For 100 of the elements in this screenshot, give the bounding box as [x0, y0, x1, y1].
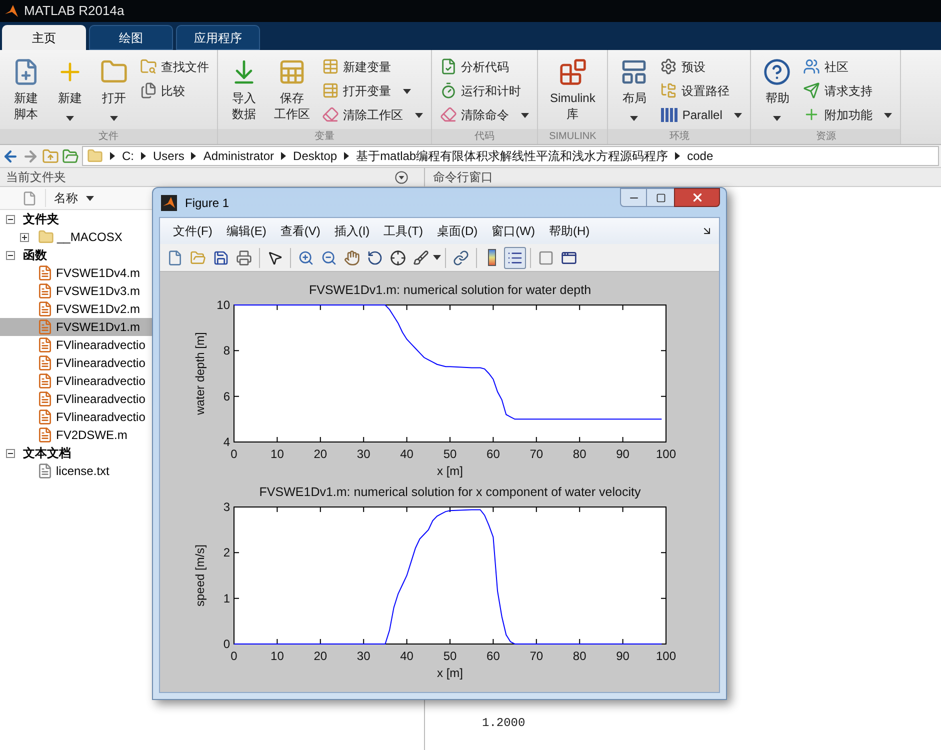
function-file-icon: [37, 427, 53, 443]
toolstrip-button[interactable]: 比较: [140, 80, 209, 101]
section-label: 环境: [608, 129, 750, 144]
file-row[interactable]: FVSWE1Dv1.m: [0, 318, 152, 336]
axis-label: speed [m/s]: [193, 544, 207, 607]
function-file-icon: [37, 409, 53, 425]
tick-label: 40: [400, 649, 414, 663]
ribbon-tab[interactable]: 主页: [2, 25, 86, 50]
legend-button[interactable]: [504, 246, 526, 268]
timer-icon: [440, 82, 457, 99]
toolstrip-button[interactable]: 运行和计时: [440, 80, 529, 101]
file-row[interactable]: FVSWE1Dv2.m: [0, 300, 152, 318]
sort-arrow-icon: [86, 196, 94, 200]
menu-item[interactable]: 窗口(W): [484, 222, 542, 240]
app-logo-icon: [4, 3, 20, 19]
files-icon: [140, 82, 157, 99]
toolstrip-button[interactable]: 新建变量: [322, 56, 423, 77]
menu-item[interactable]: 帮助(H): [542, 222, 597, 240]
toolstrip-button[interactable]: 布局: [616, 54, 652, 126]
collapse-icon[interactable]: [6, 250, 15, 260]
toolstrip-button[interactable]: 附加功能: [803, 104, 892, 125]
chevron-icon: [110, 152, 115, 160]
toolstrip-button[interactable]: 查找文件: [140, 56, 209, 77]
menu-item[interactable]: 工具(T): [376, 222, 430, 240]
file-row[interactable]: FVSWE1Dv4.m: [0, 264, 152, 282]
file-row[interactable]: FVlinearadvectio: [0, 390, 152, 408]
table-icon: [322, 58, 339, 75]
maximize-button[interactable]: [647, 188, 674, 207]
toolstrip-button[interactable]: 分析代码: [440, 56, 529, 77]
menu-item[interactable]: 查看(V): [273, 222, 328, 240]
tick-label: 80: [572, 447, 586, 461]
tick-label: 20: [314, 447, 328, 461]
path-field[interactable]: C: Users Administrator Desktop 基于matlab编程有限体积求解线性平流和浅水方程源码程序 code: [82, 146, 939, 166]
toolstrip-button[interactable]: 新建: [52, 54, 88, 126]
tick-label: 6: [223, 389, 230, 404]
window-title: MATLAB R2014a: [24, 2, 124, 20]
function-file-icon: [37, 283, 53, 299]
dock-arrow-icon[interactable]: [701, 225, 713, 237]
path-segment[interactable]: 基于matlab编程有限体积求解线性平流和浅水方程源码程序: [356, 147, 668, 165]
file-row[interactable]: FVlinearadvectio: [0, 336, 152, 354]
menu-item[interactable]: 文件(F): [166, 222, 220, 240]
toolstrip-button[interactable]: 保存 工作区: [270, 54, 314, 122]
path-segment[interactable]: code: [687, 147, 714, 165]
toolstrip-button[interactable]: 打开变量: [322, 80, 423, 101]
path-segment[interactable]: Administrator: [203, 147, 274, 165]
table-icon: [322, 82, 339, 99]
toolstrip-button[interactable]: 新建 脚本: [8, 54, 44, 122]
ribbon-tab[interactable]: 应用程序: [176, 25, 260, 50]
path-segment[interactable]: C:: [122, 147, 134, 165]
tick-label: 50: [443, 649, 457, 663]
section-label: SIMULINK: [538, 129, 608, 144]
dropdown-circle-icon[interactable]: [395, 170, 408, 184]
file-row[interactable]: __MACOSX: [0, 228, 152, 246]
toolstrip-button[interactable]: Parallel: [660, 104, 742, 125]
file-row[interactable]: FVlinearadvectio: [0, 354, 152, 372]
toolstrip-button[interactable]: 打开: [96, 54, 132, 126]
toolstrip-button[interactable]: 清除命令: [440, 104, 529, 125]
toolstrip-button[interactable]: 预设: [660, 56, 742, 77]
file-row[interactable]: FVlinearadvectio: [0, 372, 152, 390]
close-button[interactable]: [674, 188, 720, 207]
path-segment[interactable]: Desktop: [293, 147, 338, 165]
collapse-icon[interactable]: [6, 214, 15, 224]
ribbon-tab[interactable]: 绘图: [89, 25, 173, 50]
file-row[interactable]: FVSWE1Dv3.m: [0, 282, 152, 300]
back-icon[interactable]: [2, 148, 19, 164]
chevron-icon: [281, 152, 286, 160]
group-label: 文件夹: [23, 211, 59, 228]
toolstrip-button[interactable]: 社区: [803, 56, 892, 77]
toolstrip-button[interactable]: 清除工作区: [322, 104, 423, 125]
close-icon: [690, 191, 704, 204]
column-header[interactable]: 名称: [0, 187, 152, 209]
toolstrip-button[interactable]: 帮助: [759, 54, 796, 126]
toolstrip-button[interactable]: 请求支持: [803, 80, 892, 101]
menu-item[interactable]: 桌面(D): [430, 222, 485, 240]
file-row[interactable]: license.txt: [0, 462, 152, 480]
file-row[interactable]: FVlinearadvectio: [0, 408, 152, 426]
path-segment[interactable]: Users: [153, 147, 184, 165]
menu-item[interactable]: 插入(I): [327, 222, 377, 240]
file-row[interactable]: FV2DSWE.m: [0, 426, 152, 444]
menu-item[interactable]: 编辑(E): [219, 222, 274, 240]
toolstrip-button[interactable]: Simulink 库: [546, 54, 600, 122]
tick-label: 50: [443, 447, 457, 461]
toolstrip-button[interactable]: 设置路径: [660, 80, 742, 101]
chart-title: FVSWE1Dv1.m: numerical solution for water depth: [308, 283, 592, 297]
function-file-icon: [37, 373, 53, 389]
toolstrip-button[interactable]: 导入 数据: [226, 54, 262, 122]
group-label: 函数: [23, 247, 47, 264]
function-file-icon: [37, 391, 53, 407]
folders-icon: [660, 82, 678, 99]
tick-label: 4: [223, 435, 230, 449]
tick-label: 100: [656, 649, 676, 663]
tick-label: 0: [230, 649, 238, 663]
layout-icon: [620, 58, 648, 86]
axis-label: x [m]: [437, 464, 463, 478]
browse-folder-icon[interactable]: [62, 148, 79, 164]
expand-icon[interactable]: [20, 232, 29, 242]
section-label: 代码: [432, 129, 537, 144]
section-label: 文件: [0, 129, 217, 144]
collapse-icon[interactable]: [6, 448, 15, 458]
tick-label: 60: [486, 447, 500, 461]
